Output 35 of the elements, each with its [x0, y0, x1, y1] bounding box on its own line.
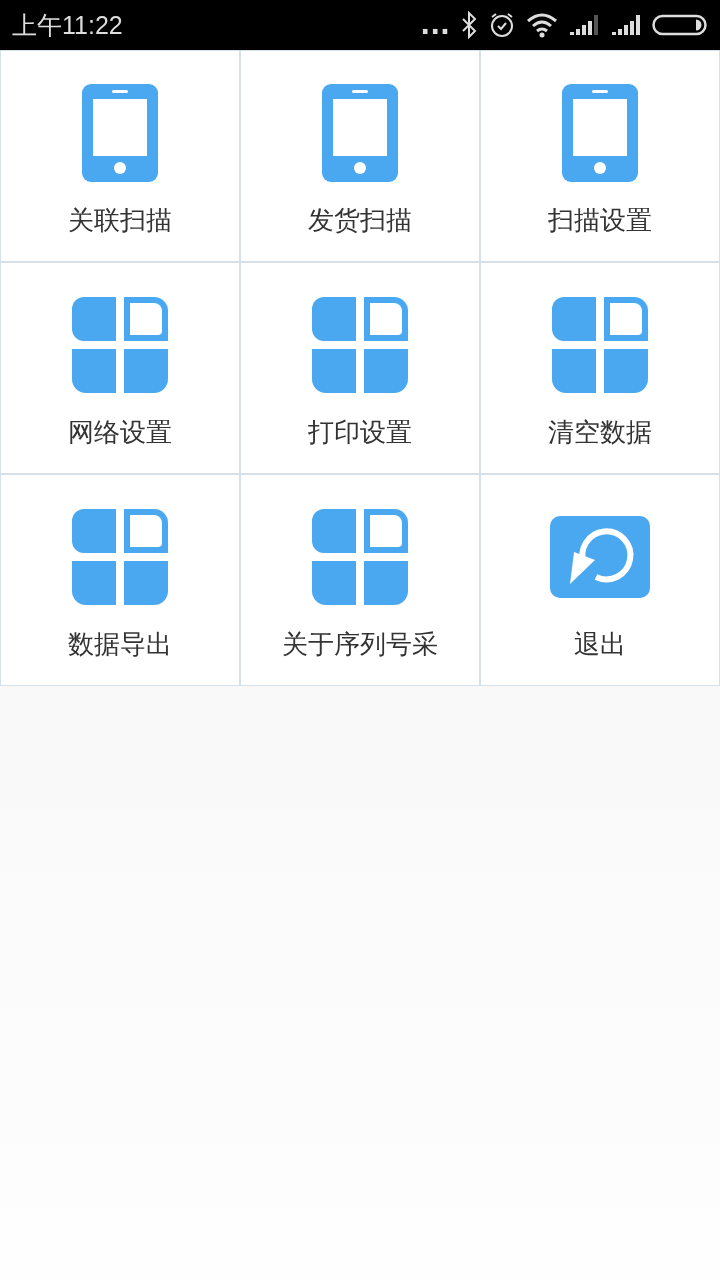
signal-icon [610, 13, 642, 37]
phone-icon [82, 84, 158, 182]
menu-label: 打印设置 [308, 416, 412, 449]
four-tiles-icon [310, 295, 410, 395]
phone-icon [562, 84, 638, 182]
notification-dots: ... [420, 12, 450, 38]
refresh-icon [550, 516, 650, 598]
menu-label: 退出 [574, 628, 626, 661]
menu-tile[interactable]: 关于序列号采 [240, 474, 480, 686]
phone-icon [322, 84, 398, 182]
menu-label: 清空数据 [548, 416, 652, 449]
four-tiles-icon [70, 507, 170, 607]
menu-tile[interactable]: 扫描设置 [480, 50, 720, 262]
menu-tile[interactable]: 关联扫描 [0, 50, 240, 262]
clock-time: 上午11:22 [12, 9, 123, 41]
bluetooth-icon [460, 11, 478, 39]
menu-tile[interactable]: 清空数据 [480, 262, 720, 474]
menu-tile[interactable]: 打印设置 [240, 262, 480, 474]
menu-label: 网络设置 [68, 416, 172, 449]
menu-label: 发货扫描 [308, 204, 412, 237]
menu-label: 扫描设置 [548, 204, 652, 237]
menu-tile[interactable]: 退出 [480, 474, 720, 686]
alarm-icon [488, 11, 516, 39]
menu-tile[interactable]: 数据导出 [0, 474, 240, 686]
menu-tile[interactable]: 发货扫描 [240, 50, 480, 262]
menu-label: 数据导出 [68, 628, 172, 661]
four-tiles-icon [310, 507, 410, 607]
four-tiles-icon [550, 295, 650, 395]
battery-icon [652, 13, 708, 37]
menu-label: 关于序列号采 [282, 628, 438, 661]
menu-label: 关联扫描 [68, 204, 172, 237]
four-tiles-icon [70, 295, 170, 395]
menu-tile[interactable]: 网络设置 [0, 262, 240, 474]
wifi-icon [526, 12, 558, 38]
signal-icon [568, 13, 600, 37]
